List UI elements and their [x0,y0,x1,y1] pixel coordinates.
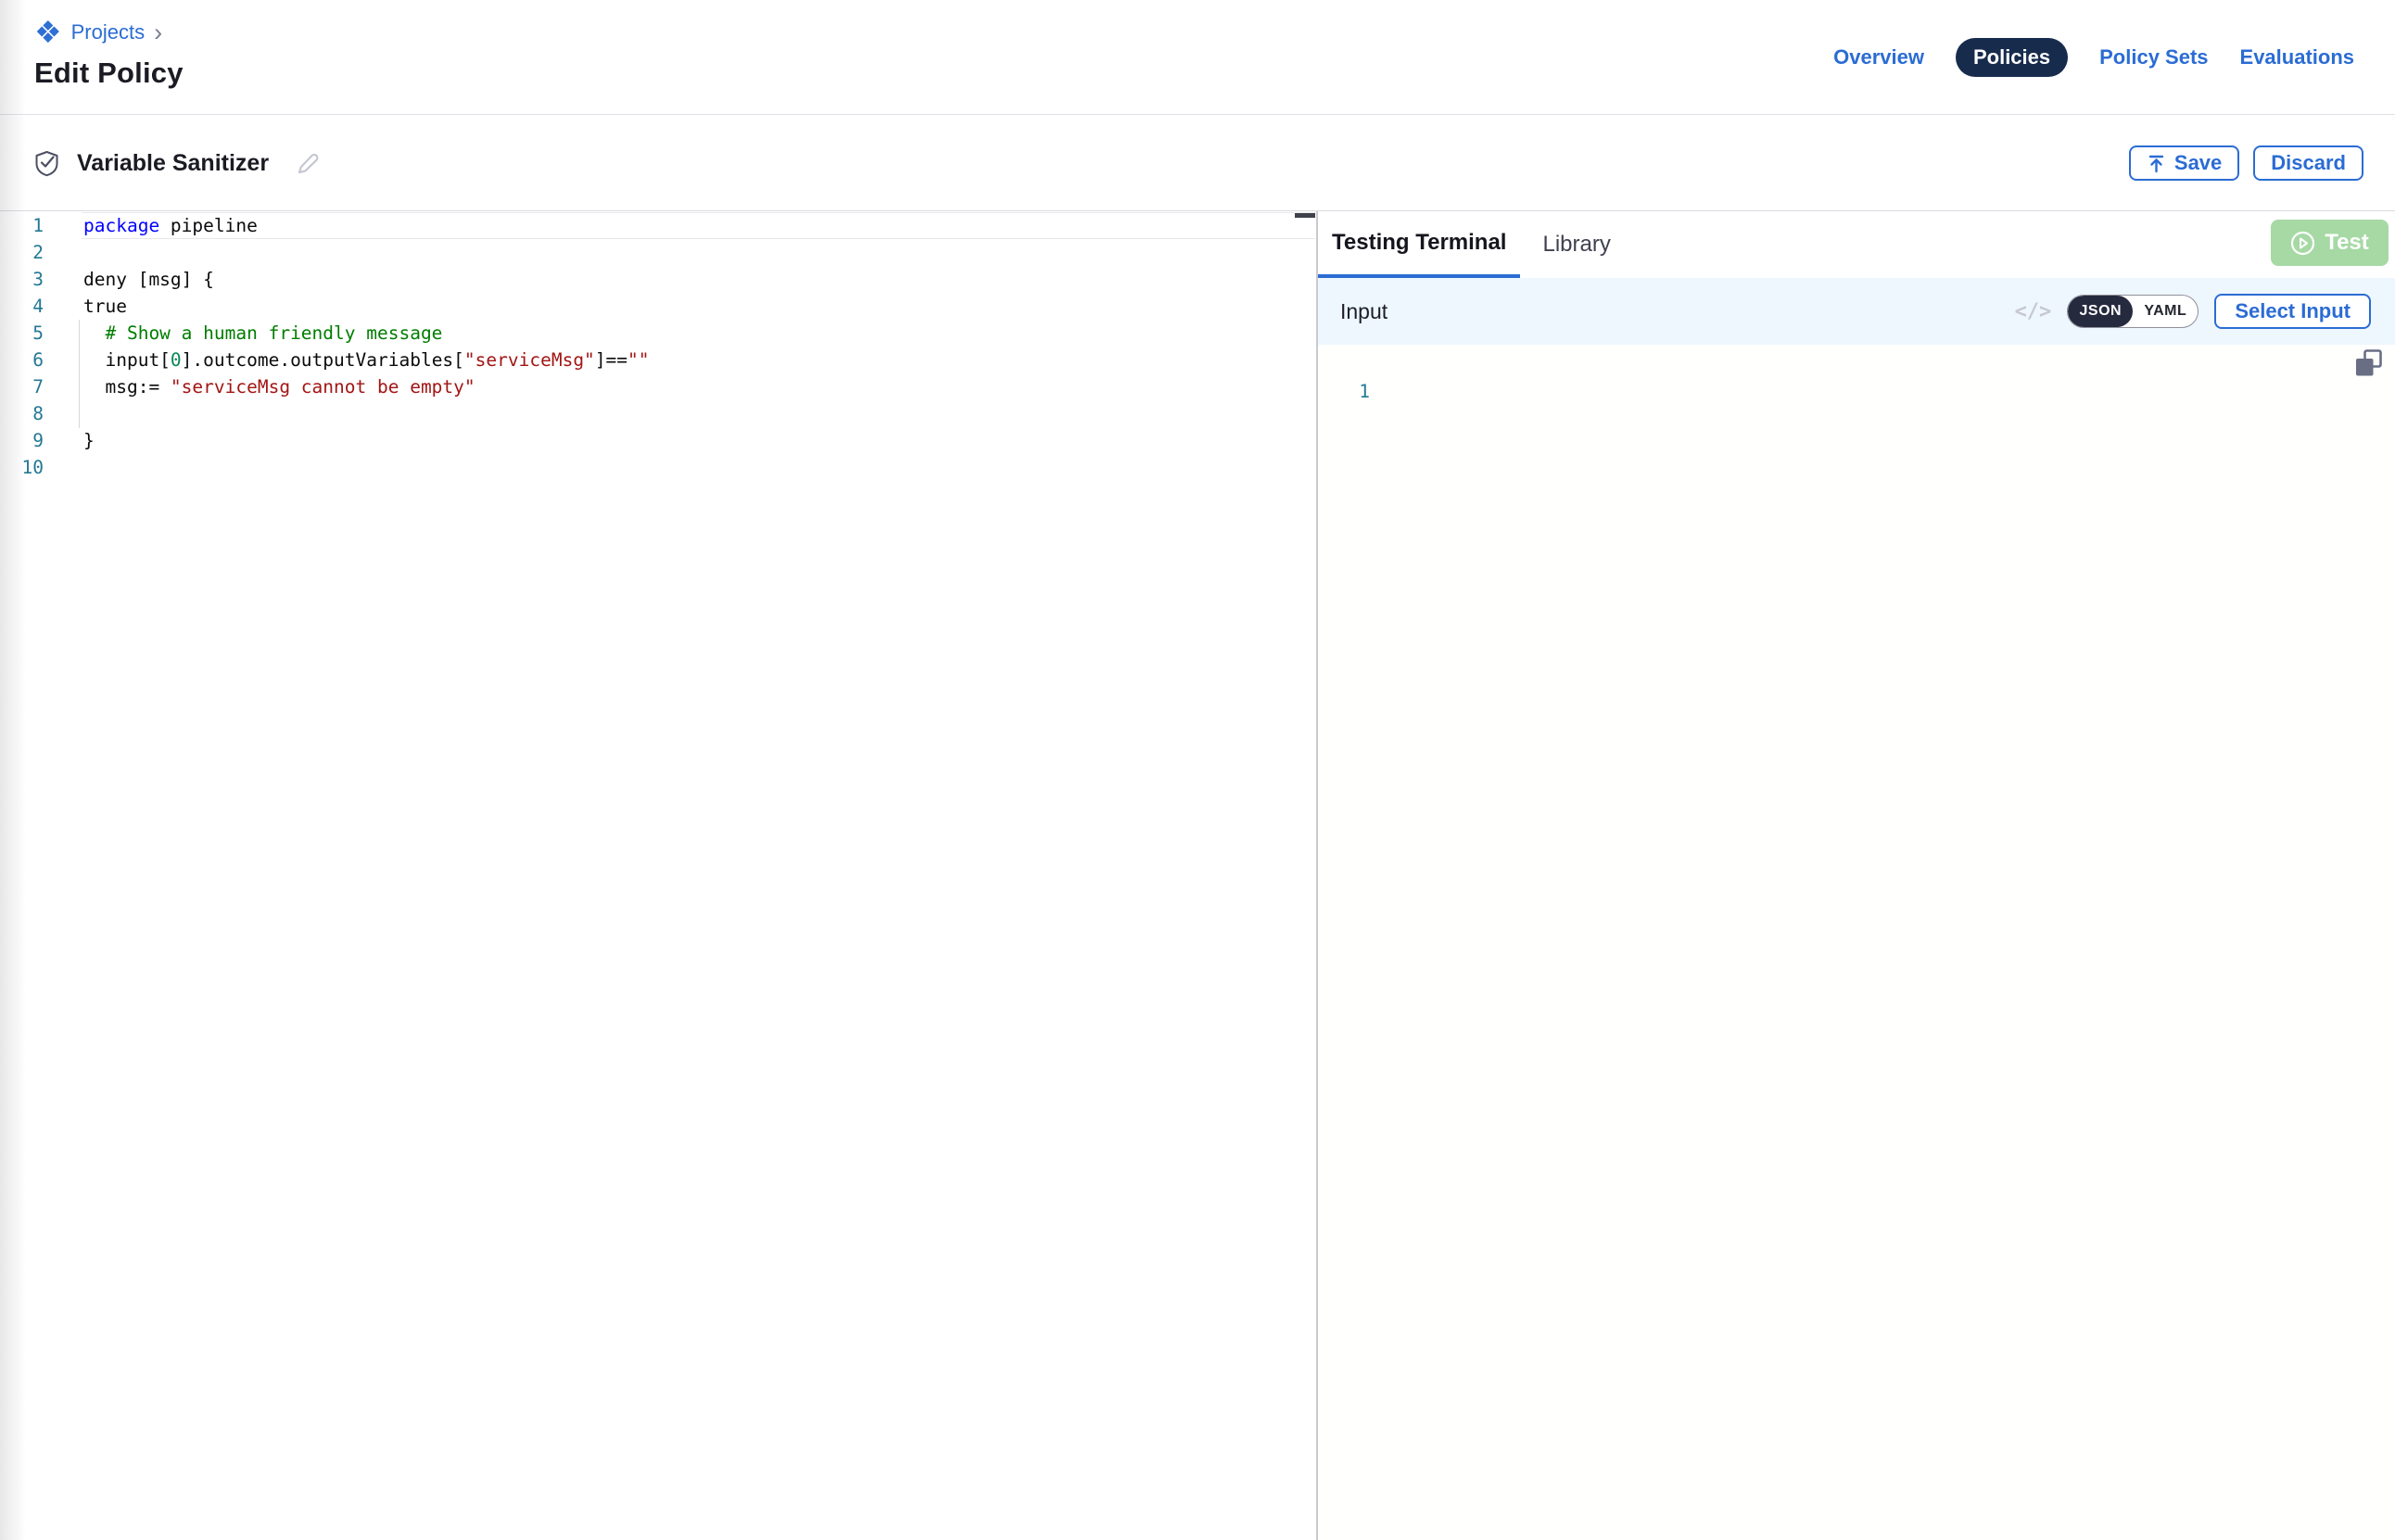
code-line[interactable]: true [83,293,650,320]
upload-arrow-icon [2147,154,2166,173]
format-toggle-yaml[interactable]: YAML [2133,296,2198,327]
shield-check-icon [34,150,59,177]
play-circle-icon [2290,231,2315,256]
input-editor[interactable]: 1 [1318,345,2395,1540]
page-title: Edit Policy [34,57,184,90]
save-button[interactable]: Save [2129,145,2239,181]
edit-name-pencil-icon[interactable] [294,150,320,176]
code-line[interactable]: package pipeline [83,212,650,239]
discard-button-label: Discard [2271,151,2346,175]
toolbar-actions: Save Discard [2129,145,2363,181]
tab-testing-terminal[interactable]: Testing Terminal [1318,211,1520,278]
copy-icon[interactable] [2351,347,2385,381]
line-number: 6 [0,347,44,373]
line-number: 4 [0,293,44,320]
chevron-right-icon: › [154,21,162,44]
testing-panel: Testing Terminal Library Test Input </> … [1318,211,2395,1540]
test-button[interactable]: Test [2271,220,2389,266]
tab-policies[interactable]: Policies [1956,38,2068,77]
line-number: 5 [0,320,44,347]
tab-policy-sets[interactable]: Policy Sets [2099,45,2208,69]
code-line[interactable] [83,239,650,266]
input-section-header: Input </> JSON YAML Select Input [1318,278,2395,345]
input-label: Input [1340,299,1388,324]
code-view-icon[interactable]: </> [2015,300,2052,323]
line-number: 9 [0,427,44,454]
format-toggle[interactable]: JSON YAML [2067,295,2199,328]
policy-toolbar: Variable Sanitizer Save Discard [0,116,2395,211]
select-input-button[interactable]: Select Input [2214,294,2371,329]
save-button-label: Save [2174,151,2222,175]
tab-overview[interactable]: Overview [1833,45,1924,69]
format-toggle-json[interactable]: JSON [2068,296,2133,327]
line-number: 3 [0,266,44,293]
breadcrumb[interactable]: ❖ Projects › [34,19,184,46]
policy-code-editor[interactable]: 12345678910 package pipeline deny [msg] {… [0,212,1316,1540]
code-line[interactable]: msg:= "serviceMsg cannot be empty" [83,373,650,400]
code-line[interactable]: # Show a human friendly message [83,320,650,347]
line-number: 1 [0,212,44,239]
test-button-label: Test [2325,230,2369,256]
app-header: ❖ Projects › Edit Policy Overview Polici… [0,0,2395,115]
discard-button[interactable]: Discard [2253,145,2363,181]
indent-guide [79,320,80,428]
input-controls: </> JSON YAML Select Input [2015,294,2371,329]
code-line[interactable]: } [83,427,650,454]
line-number: 8 [0,400,44,427]
projects-icon: ❖ [34,19,62,46]
tab-library[interactable]: Library [1528,211,1624,278]
line-number: 2 [0,239,44,266]
minimap[interactable] [1295,213,1315,218]
line-number: 10 [0,454,44,481]
testing-panel-tabs: Testing Terminal Library Test [1318,211,2395,278]
breadcrumb-projects-link[interactable]: Projects [71,20,145,44]
header-nav: Overview Policies Policy Sets Evaluation… [1833,0,2354,115]
policy-name: Variable Sanitizer [77,150,269,177]
input-editor-line-number: 1 [1318,378,1370,405]
code-line[interactable]: input[0].outcome.outputVariables["servic… [83,347,650,373]
code-line[interactable] [83,400,650,427]
line-number: 7 [0,373,44,400]
code-line[interactable]: deny [msg] { [83,266,650,293]
code-line[interactable] [83,454,650,481]
code-lines[interactable]: package pipeline deny [msg] {true # Show … [83,212,650,481]
policy-identity: Variable Sanitizer [0,150,320,177]
header-left: ❖ Projects › Edit Policy [0,0,184,114]
tab-evaluations[interactable]: Evaluations [2240,45,2354,69]
line-numbers: 12345678910 [0,212,44,481]
